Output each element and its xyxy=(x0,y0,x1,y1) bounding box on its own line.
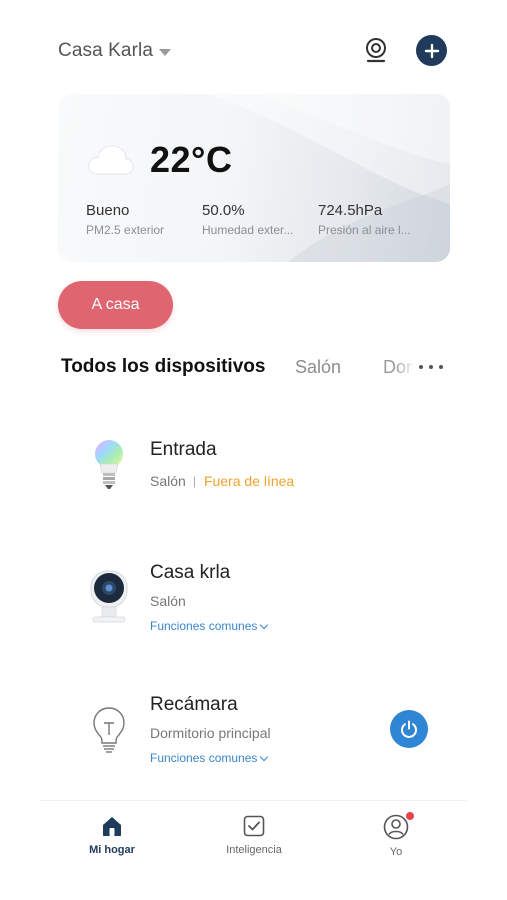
add-device-button[interactable] xyxy=(416,35,447,66)
temperature: 22°C xyxy=(150,139,233,180)
offline-status: Fuera de línea xyxy=(203,473,295,489)
cloud-icon xyxy=(86,142,134,176)
notification-badge xyxy=(406,812,414,820)
tab-dormitorio[interactable]: Dor xyxy=(383,357,415,378)
pressure-label: Presión al aire l... xyxy=(318,223,411,237)
device-room: Salón xyxy=(150,593,186,609)
humidity-label: Humedad exter... xyxy=(202,223,294,237)
nav-item-intelligence[interactable]: Inteligencia xyxy=(209,814,299,856)
chevron-down-icon xyxy=(260,752,269,761)
rgb-bulb-icon xyxy=(89,437,129,493)
nav-divider xyxy=(40,800,467,801)
caret-down-icon xyxy=(159,48,171,56)
chevron-down-icon xyxy=(260,620,269,629)
home-selector[interactable]: Casa Karla xyxy=(58,38,171,64)
device-name: Entrada xyxy=(150,439,217,460)
power-toggle-button[interactable] xyxy=(390,710,428,748)
security-camera-icon xyxy=(88,568,130,626)
nav-label: Inteligencia xyxy=(226,844,282,856)
nav-item-home[interactable]: Mi hogar xyxy=(67,814,157,856)
check-square-icon xyxy=(243,815,265,837)
tab-all-devices[interactable]: Todos los dispositivos xyxy=(61,356,265,378)
pm25-value: Bueno xyxy=(86,202,130,219)
device-meta: Salón | Fuera de línea xyxy=(150,473,294,489)
plus-icon xyxy=(424,43,439,58)
common-functions-link[interactable]: Funciones comunes xyxy=(150,619,269,633)
camera-icon[interactable] xyxy=(362,36,390,64)
pm25-label: PM2.5 exterior xyxy=(86,223,165,237)
tab-salon[interactable]: Salón xyxy=(295,357,341,378)
common-functions-label: Funciones comunes xyxy=(150,619,258,633)
home-icon xyxy=(103,817,121,836)
power-icon xyxy=(401,720,417,738)
home-name: Casa Karla xyxy=(58,40,153,61)
nav-label: Yo xyxy=(389,846,403,858)
pressure-value: 724.5hPa xyxy=(318,202,383,219)
more-tabs-icon[interactable] xyxy=(419,360,443,374)
humidity-value: 50.0% xyxy=(202,202,245,219)
device-room: Salón xyxy=(150,473,186,489)
device-name: Casa krla xyxy=(150,562,231,583)
common-functions-label: Funciones comunes xyxy=(150,751,258,765)
separator: | xyxy=(192,474,196,488)
bulb-outline-icon xyxy=(89,705,129,755)
device-room: Dormitorio principal xyxy=(150,725,271,741)
nav-label: Mi hogar xyxy=(89,844,135,856)
user-icon xyxy=(383,814,409,840)
common-functions-link[interactable]: Funciones comunes xyxy=(150,751,269,765)
scene-a-casa-button[interactable]: A casa xyxy=(58,281,173,329)
nav-item-me[interactable]: Yo xyxy=(351,812,441,858)
device-name: Recámara xyxy=(150,694,238,715)
